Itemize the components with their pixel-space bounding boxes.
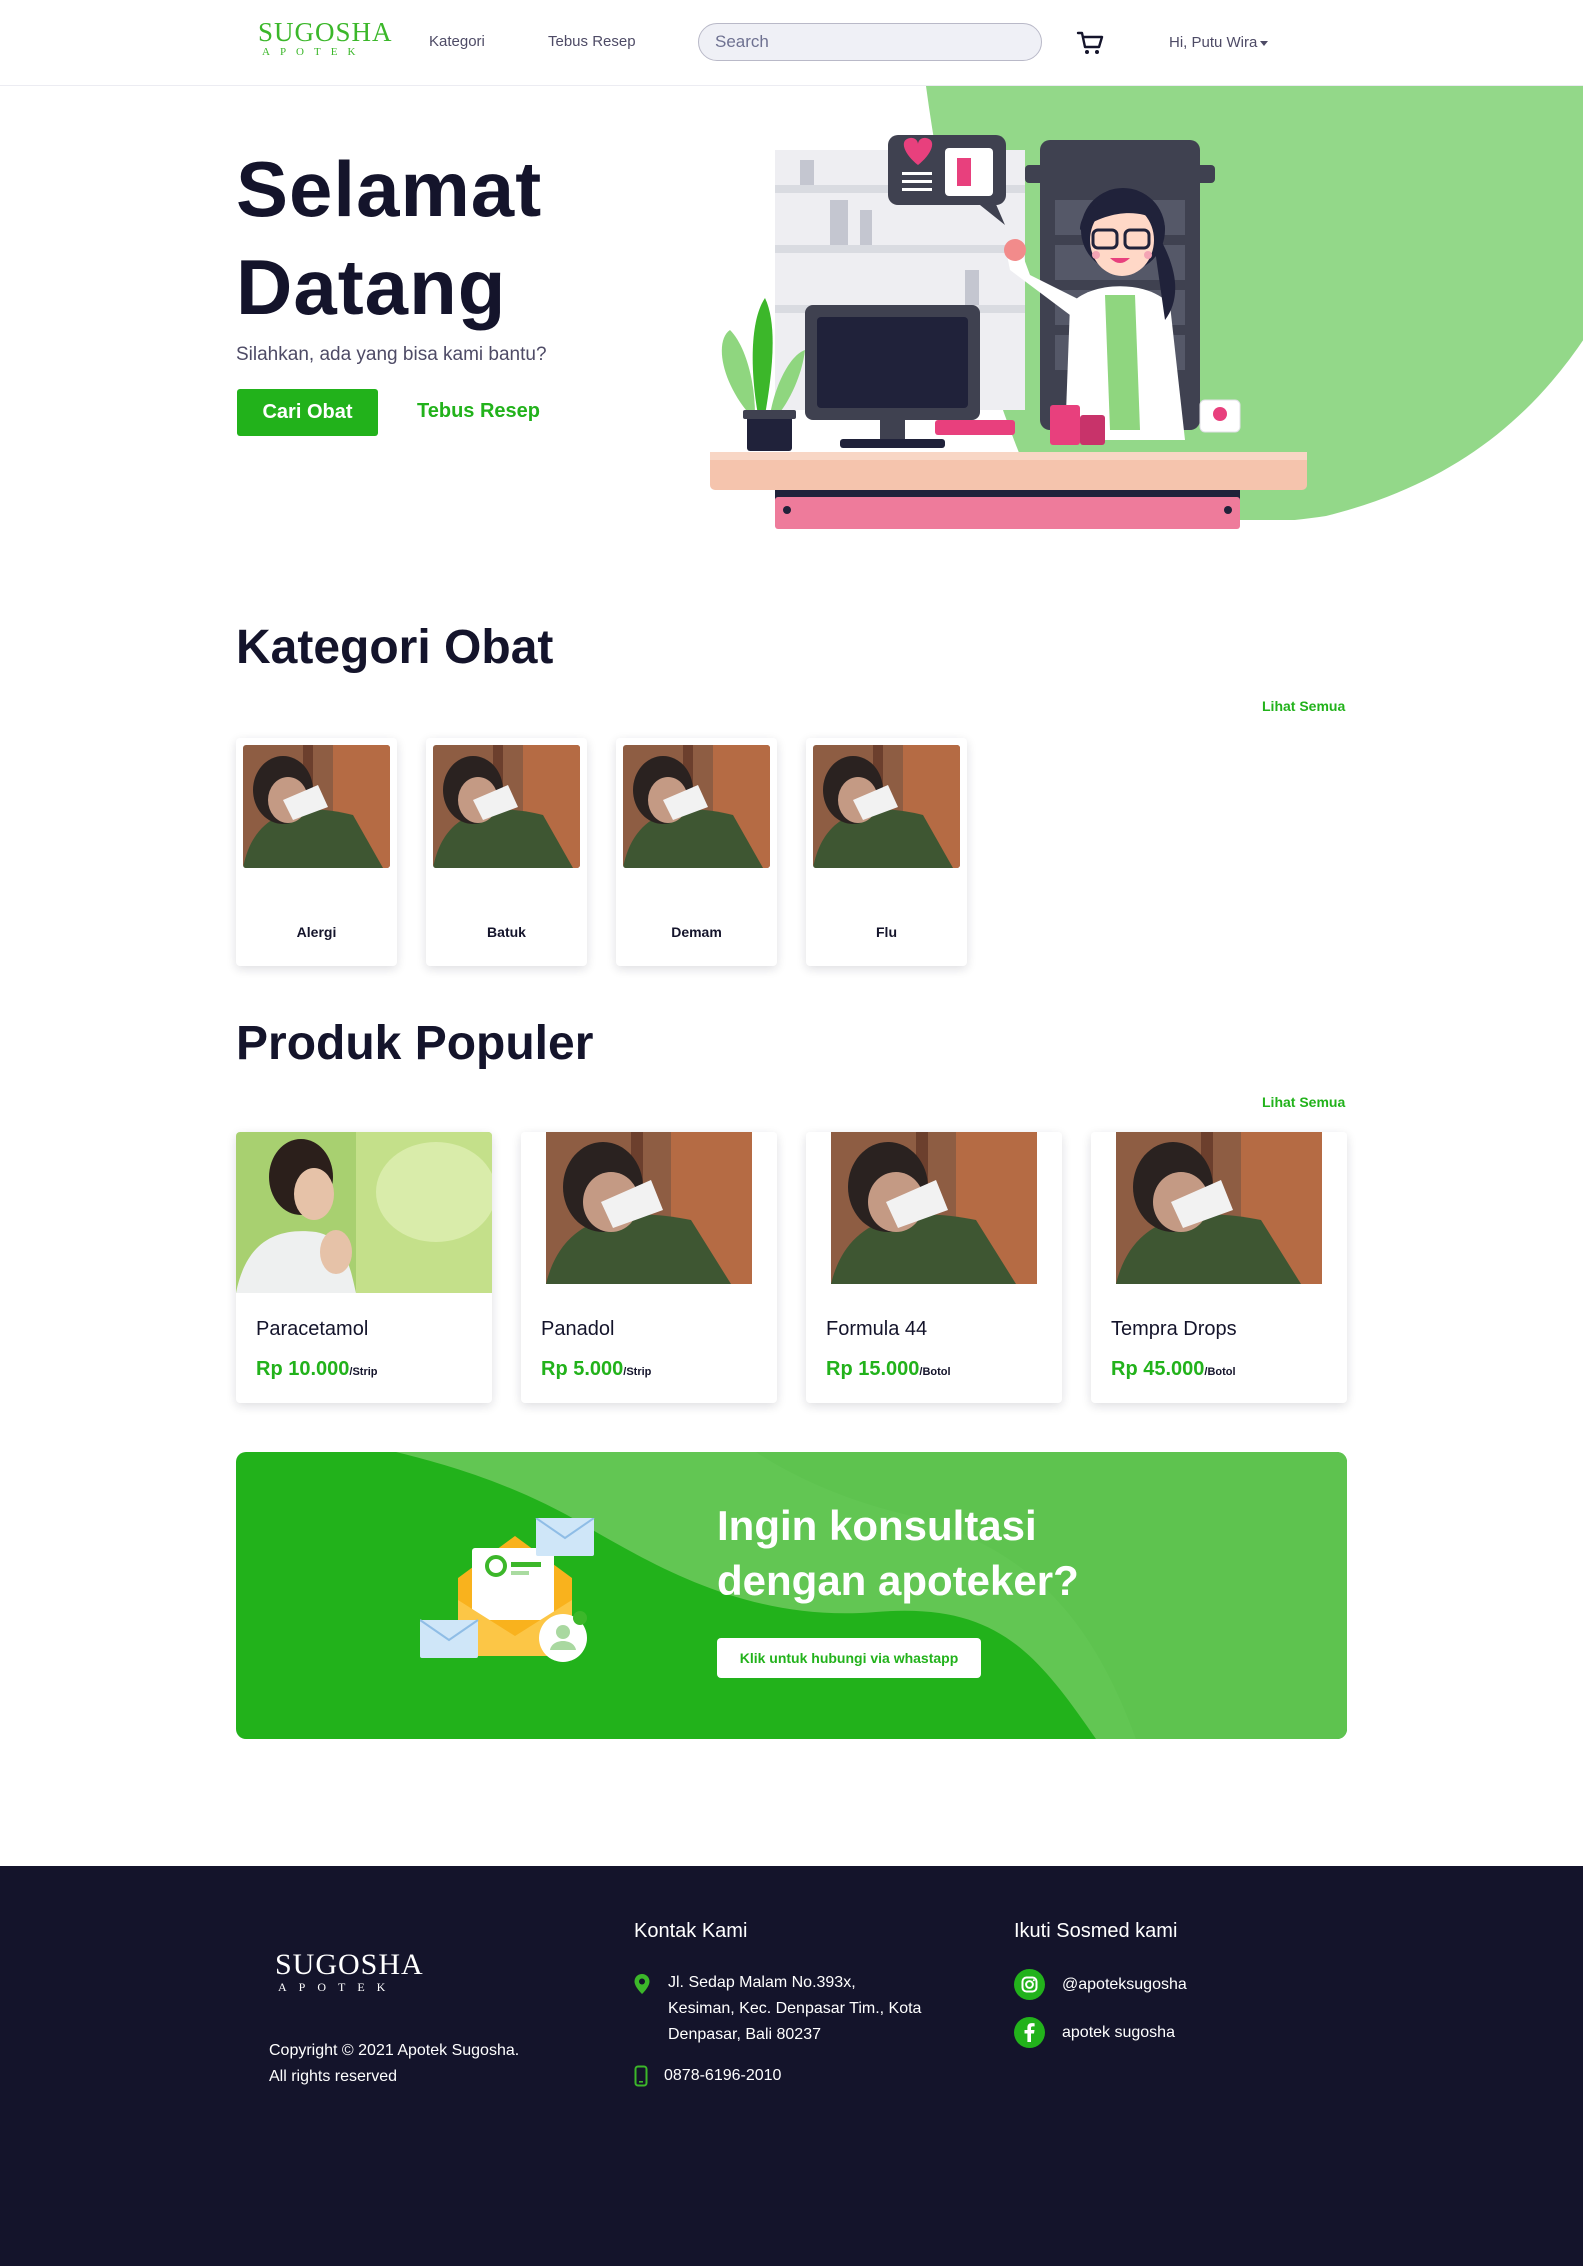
product-unit: /Strip — [349, 1366, 378, 1378]
chevron-down-icon — [1260, 40, 1269, 46]
product-name: Formula 44 — [826, 1318, 928, 1340]
brand-name-top: SUGOSHA — [258, 17, 393, 47]
cta-title: Ingin konsultasi dengan apoteker? — [717, 1498, 1079, 1608]
product-card[interactable]: Formula 44 Rp 15.000/Botol — [806, 1132, 1062, 1403]
product-image — [236, 1132, 492, 1293]
whatsapp-contact-button[interactable]: Klik untuk hubungi via whastapp — [717, 1638, 981, 1678]
kategori-section-title: Kategori Obat — [236, 621, 554, 674]
sick-person-photo — [623, 745, 770, 868]
product-price: Rp 5.000/Strip — [541, 1358, 651, 1381]
product-image — [521, 1132, 777, 1293]
facebook-handle[interactable]: apotek sugosha — [1062, 2020, 1175, 2046]
product-card[interactable]: Tempra Drops Rp 45.000/Botol — [1091, 1132, 1347, 1403]
search-input[interactable] — [698, 23, 1042, 61]
category-card[interactable]: Demam — [616, 738, 777, 966]
produk-see-all-link[interactable]: Lihat Semua — [1262, 1094, 1345, 1110]
pharmacist-illustration — [710, 135, 1307, 529]
hero-title-line1: Selamat — [236, 145, 543, 233]
category-label: Flu — [876, 924, 897, 940]
footer-logo: SUGOSHA APOTEK — [275, 1948, 424, 1995]
user-menu[interactable]: Hi, Putu Wira — [1169, 34, 1269, 51]
category-card[interactable]: Batuk — [426, 738, 587, 966]
category-card[interactable]: Alergi — [236, 738, 397, 966]
footer-brand-name-bottom: APOTEK — [278, 1980, 398, 1994]
product-name: Tempra Drops — [1111, 1318, 1237, 1340]
hero-title: Selamat Datang — [236, 140, 542, 336]
category-image — [243, 745, 390, 868]
product-price-value: Rp 15.000 — [826, 1358, 920, 1380]
social-heading: Ikuti Sosmed kami — [1014, 1920, 1178, 1942]
sick-person-photo — [521, 1132, 777, 1293]
product-image — [1091, 1132, 1347, 1293]
copyright-text: Copyright © 2021 Apotek Sugosha. All rig… — [269, 2038, 519, 2090]
consultation-banner: Ingin konsultasi dengan apoteker? Klik u… — [236, 1452, 1347, 1739]
sick-person-photo — [813, 745, 960, 868]
product-price-value: Rp 5.000 — [541, 1358, 624, 1380]
category-card[interactable]: Flu — [806, 738, 967, 966]
brand-logo[interactable]: SUGOSHA APOTEK — [258, 17, 393, 64]
hero-title-line2: Datang — [236, 243, 507, 331]
mail-envelope-illustration — [420, 1518, 595, 1662]
produk-section-title: Produk Populer — [236, 1017, 594, 1070]
product-price-value: Rp 10.000 — [256, 1358, 350, 1380]
footer-brand-name-top: SUGOSHA — [275, 1948, 424, 1981]
cta-title-line1: Ingin konsultasi — [717, 1502, 1037, 1549]
sick-person-photo — [243, 745, 390, 868]
coughing-woman-photo — [236, 1132, 492, 1293]
sick-person-photo — [806, 1132, 1062, 1293]
category-image — [813, 745, 960, 868]
user-greeting: Hi, Putu Wira — [1169, 34, 1258, 51]
product-name: Paracetamol — [256, 1318, 369, 1340]
address-line1: Jl. Sedap Malam No.393x, — [668, 1974, 856, 1991]
cta-title-line2: dengan apoteker? — [717, 1557, 1079, 1604]
product-image — [806, 1132, 1062, 1293]
instagram-handle[interactable]: @apoteksugosha — [1062, 1972, 1187, 1998]
product-price: Rp 10.000/Strip — [256, 1358, 378, 1381]
category-image — [623, 745, 770, 868]
product-price: Rp 15.000/Botol — [826, 1358, 951, 1381]
instagram-icon[interactable] — [1014, 1969, 1045, 2000]
address-line2: Kesiman, Kec. Denpasar Tim., Kota — [668, 2000, 922, 2017]
product-unit: /Botol — [1204, 1366, 1236, 1378]
hero-subtitle: Silahkan, ada yang bisa kami bantu? — [236, 344, 547, 365]
product-price: Rp 45.000/Botol — [1111, 1358, 1236, 1381]
cart-icon[interactable] — [1076, 30, 1104, 56]
sick-person-photo — [1091, 1132, 1347, 1293]
product-name: Panadol — [541, 1318, 615, 1340]
category-label: Alergi — [296, 924, 337, 940]
product-price-value: Rp 45.000 — [1111, 1358, 1205, 1380]
kategori-see-all-link[interactable]: Lihat Semua — [1262, 698, 1345, 714]
category-image — [433, 745, 580, 868]
brand-name-bottom: APOTEK — [262, 46, 366, 58]
cari-obat-button[interactable]: Cari Obat — [237, 389, 378, 436]
footer: SUGOSHA APOTEK Copyright © 2021 Apotek S… — [0, 1866, 1583, 2266]
copyright-line1: Copyright © 2021 Apotek Sugosha. — [269, 2042, 520, 2059]
category-label: Demam — [671, 924, 722, 940]
product-card[interactable]: Paracetamol Rp 10.000/Strip — [236, 1132, 492, 1403]
location-pin-icon — [634, 1974, 650, 1994]
product-unit: /Strip — [623, 1366, 652, 1378]
category-label: Batuk — [487, 924, 526, 940]
address-line3: Denpasar, Bali 80237 — [668, 2026, 821, 2043]
facebook-icon[interactable] — [1014, 2017, 1045, 2048]
copyright-line2: All rights reserved — [269, 2068, 398, 2085]
phone-icon — [634, 2065, 648, 2087]
contact-address: Jl. Sedap Malam No.393x, Kesiman, Kec. D… — [668, 1970, 921, 2048]
contact-phone: 0878-6196-2010 — [664, 2067, 782, 2084]
product-unit: /Botol — [919, 1366, 951, 1378]
contact-heading: Kontak Kami — [634, 1920, 748, 1942]
product-card[interactable]: Panadol Rp 5.000/Strip — [521, 1132, 777, 1403]
navbar: SUGOSHA APOTEK Kategori Tebus Resep Hi, … — [0, 0, 1583, 86]
nav-link-kategori[interactable]: Kategori — [429, 33, 485, 50]
nav-link-tebus-resep[interactable]: Tebus Resep — [548, 33, 636, 50]
sick-person-photo — [433, 745, 580, 868]
tebus-resep-button[interactable]: Tebus Resep — [417, 400, 540, 423]
